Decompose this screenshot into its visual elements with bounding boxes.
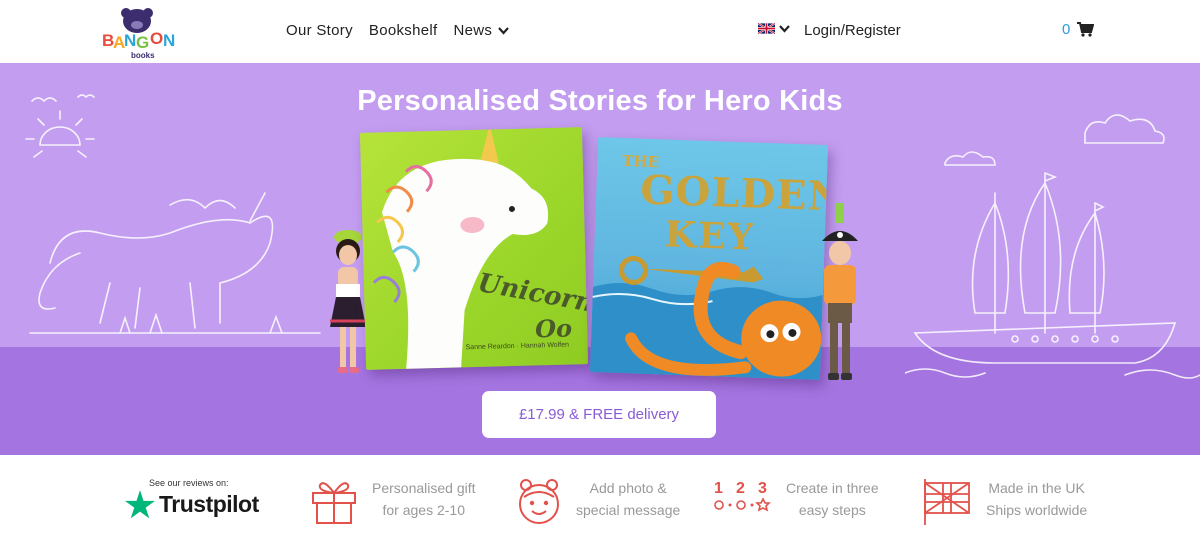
feature-personalised-gift: Personalised gift for ages 2-10 (310, 477, 476, 525)
trustpilot-caption: See our reviews on: (149, 478, 229, 488)
star-icon (125, 490, 155, 519)
trustpilot-name: Trustpilot (159, 491, 259, 517)
feature-line2: for ages 2-10 (382, 502, 466, 518)
chevron-down-icon (498, 26, 510, 35)
site-header: B A N G O N books Our Story Bookshelf Ne… (0, 0, 1200, 63)
price-cta-button[interactable]: £17.99 & FREE delivery (482, 391, 716, 438)
nav-news-label: News (453, 22, 493, 39)
svg-text:N: N (124, 31, 136, 50)
hero-banner: Personalised Stories for Hero Kids Unico… (0, 63, 1200, 455)
feature-line1: Personalised gift (372, 480, 476, 496)
svg-text:1: 1 (714, 480, 723, 497)
main-nav: Our Story Bookshelf News (286, 22, 510, 39)
svg-text:books: books (131, 51, 155, 60)
language-selector[interactable] (758, 23, 790, 34)
features-strip: See our reviews on: Trustpilot Personali… (0, 455, 1200, 545)
feature-three-steps: 123 Create in three easy steps (714, 477, 879, 521)
feature-text: Create in three easy steps (786, 477, 879, 521)
book2-title-line3: KEY (664, 213, 756, 259)
svg-text:O: O (150, 29, 163, 48)
feature-line1: Add photo & (589, 480, 667, 496)
trustpilot-badge[interactable]: See our reviews on: Trustpilot (125, 478, 275, 519)
svg-text:2: 2 (736, 480, 745, 497)
svg-text:G: G (136, 33, 149, 52)
feature-add-photo: Add photo & special message (516, 477, 680, 525)
book1-title-line2: Oo (534, 313, 573, 344)
nav-bookshelf[interactable]: Bookshelf (369, 22, 438, 39)
hero-title: Personalised Stories for Hero Kids (357, 85, 843, 117)
cart-button[interactable]: 0 (1062, 21, 1095, 38)
pirate-ship-doodle-illustration (905, 114, 1200, 379)
feature-line2: easy steps (798, 502, 866, 518)
steps-123-icon: 123 (714, 480, 771, 512)
nav-news[interactable]: News (453, 22, 510, 39)
book-cover-golden-key[interactable]: THE GOLDEN KEY (589, 137, 829, 380)
feature-line1: Create in three (786, 480, 879, 496)
unicorn-doodle-illustration (25, 94, 321, 334)
bang-on-books-logo[interactable]: B A N G O N books (100, 4, 180, 60)
uk-flag-outline-icon (924, 479, 970, 525)
feature-made-in-uk: Made in the UK Ships worldwide (922, 477, 1087, 525)
svg-text:3: 3 (758, 480, 767, 497)
child-face-icon (519, 479, 559, 524)
gift-icon (312, 482, 356, 524)
uk-flag-icon (758, 23, 775, 34)
feature-line2: Ships worldwide (986, 502, 1088, 518)
feature-text: Made in the UK Ships worldwide (986, 477, 1087, 521)
shopping-cart-icon (1077, 22, 1095, 37)
feature-text: Personalised gift for ages 2-10 (372, 477, 476, 521)
svg-text:N: N (163, 31, 175, 50)
feature-line2: special message (576, 502, 681, 518)
chevron-down-icon (779, 24, 790, 33)
child-boy-photo (822, 203, 858, 380)
book-cover-unicorn[interactable]: Unicorn Oo Sanne Reardon · Hannah Wolfen (359, 127, 589, 370)
cart-count: 0 (1062, 21, 1071, 38)
login-register-link[interactable]: Login/Register (804, 22, 901, 39)
trustpilot-brand: Trustpilot (125, 490, 275, 519)
feature-line1: Made in the UK (988, 480, 1085, 496)
feature-text: Add photo & special message (576, 477, 680, 521)
nav-our-story[interactable]: Our Story (286, 22, 353, 39)
